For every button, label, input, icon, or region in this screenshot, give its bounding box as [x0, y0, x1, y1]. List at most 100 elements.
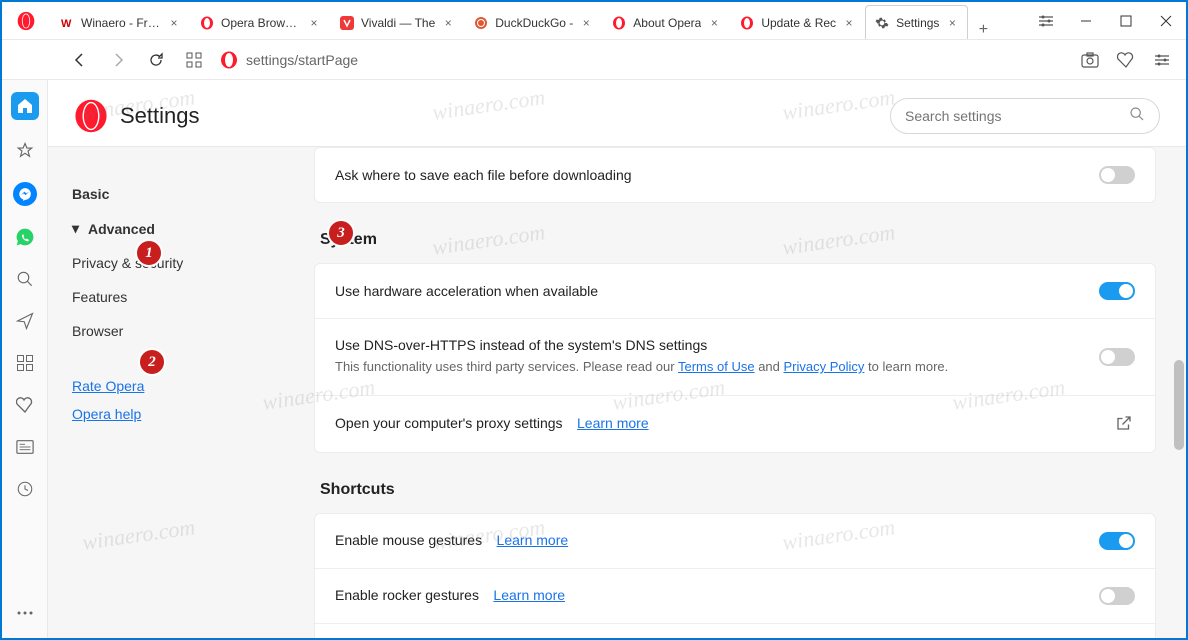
downloads-card: Ask where to save each file before downl…	[314, 147, 1156, 203]
back-button[interactable]	[68, 48, 92, 72]
search-icon[interactable]	[14, 268, 36, 290]
tab-update[interactable]: Update & Rec ×	[730, 5, 865, 39]
opera-icon	[16, 11, 36, 31]
whatsapp-icon[interactable]	[14, 226, 36, 248]
nav-opera-help[interactable]: Opera help	[48, 400, 284, 428]
setting-title: Enable rocker gestures	[335, 587, 479, 603]
toggle-rocker-gestures[interactable]	[1099, 587, 1135, 605]
scrollbar[interactable]	[1174, 160, 1184, 640]
annotation-badge-3: 3	[327, 219, 355, 247]
titlebar: W Winaero - Free × Opera Browser × Vival…	[2, 2, 1186, 40]
nav-label: Advanced	[88, 221, 155, 237]
external-link-icon	[1115, 414, 1135, 434]
heart-icon[interactable]	[1114, 48, 1138, 72]
setting-title: Open your computer's proxy settings	[335, 415, 563, 431]
speed-dial-icon[interactable]	[182, 48, 206, 72]
nav-browser[interactable]: Browser	[48, 314, 284, 348]
annotation-badge-2: 2	[138, 348, 166, 376]
heart-icon[interactable]	[14, 394, 36, 416]
tab-strip: W Winaero - Free × Opera Browser × Vival…	[50, 2, 1026, 39]
nav-rate-opera[interactable]: Rate Opera	[48, 372, 284, 400]
tab-winaero[interactable]: W Winaero - Free ×	[50, 5, 190, 39]
easy-setup-icon[interactable]	[1150, 48, 1174, 72]
nav-privacy[interactable]: Privacy & security	[48, 246, 284, 280]
send-icon[interactable]	[14, 310, 36, 332]
tab-vivaldi[interactable]: Vivaldi — The ×	[330, 5, 464, 39]
close-icon[interactable]: ×	[842, 16, 856, 30]
ddg-icon	[473, 15, 489, 31]
close-icon[interactable]: ×	[307, 16, 321, 30]
setting-rocker-gestures: Enable rocker gestures Learn more	[315, 568, 1155, 623]
reload-button[interactable]	[144, 48, 168, 72]
setting-mouse-gestures: Enable mouse gestures Learn more	[315, 514, 1155, 568]
learn-more-link[interactable]: Learn more	[493, 587, 565, 603]
tab-title: Settings	[896, 16, 939, 30]
setting-proxy[interactable]: Open your computer's proxy settings Lear…	[315, 395, 1155, 452]
news-icon[interactable]	[14, 436, 36, 458]
nav-link-text: Rate Opera	[72, 378, 144, 394]
easy-setup-icon[interactable]	[1026, 2, 1066, 40]
opera-icon	[611, 15, 627, 31]
opera-menu-button[interactable]	[2, 2, 50, 39]
learn-more-link[interactable]: Learn more	[497, 532, 569, 548]
section-system-header: System	[320, 231, 1156, 249]
setting-subtitle: This functionality uses third party serv…	[335, 357, 1099, 377]
tab-title: Opera Browser	[221, 16, 301, 30]
close-icon[interactable]: ×	[579, 16, 593, 30]
nav-advanced[interactable]: ▾ Advanced	[48, 211, 284, 246]
setting-title: Use DNS-over-HTTPS instead of the system…	[335, 337, 1099, 353]
nav-label: Features	[72, 289, 127, 305]
terms-of-use-link[interactable]: Terms of Use	[678, 359, 755, 374]
toggle-hw-accel[interactable]	[1099, 282, 1135, 300]
scrollbar-thumb[interactable]	[1174, 360, 1184, 450]
search-input-field[interactable]	[905, 108, 1129, 124]
close-icon[interactable]: ×	[167, 16, 181, 30]
url-text: settings/startPage	[246, 52, 358, 68]
tab-title: DuckDuckGo -	[495, 16, 573, 30]
sidebar-rail	[2, 80, 48, 638]
section-shortcuts-header: Shortcuts	[320, 481, 1156, 499]
shortcuts-card: Enable mouse gestures Learn more Enable …	[314, 513, 1156, 639]
nav-label: Browser	[72, 323, 123, 339]
svg-text:W: W	[61, 18, 72, 30]
new-tab-button[interactable]: +	[968, 21, 998, 39]
more-icon[interactable]	[14, 602, 36, 624]
privacy-policy-link[interactable]: Privacy Policy	[784, 359, 865, 374]
minimize-button[interactable]	[1066, 2, 1106, 40]
address-bar: settings/startPage	[2, 40, 1186, 80]
nav-features[interactable]: Features	[48, 280, 284, 314]
toggle-mouse-gestures[interactable]	[1099, 532, 1135, 550]
tab-title: About Opera	[633, 16, 701, 30]
chevron-down-icon: ▾	[72, 220, 82, 237]
home-icon[interactable]	[11, 92, 39, 120]
nav-link-text: Opera help	[72, 406, 141, 422]
settings-main[interactable]: Ask where to save each file before downl…	[284, 147, 1186, 638]
tab-opera-browser[interactable]: Opera Browser ×	[190, 5, 330, 39]
toggle-dns-https[interactable]	[1099, 348, 1135, 366]
messenger-icon[interactable]	[13, 182, 37, 206]
nav-basic[interactable]: Basic	[48, 177, 284, 211]
close-icon[interactable]: ×	[441, 16, 455, 30]
toggle-ask-save[interactable]	[1099, 166, 1135, 184]
maximize-button[interactable]	[1106, 2, 1146, 40]
address-input[interactable]: settings/startPage	[220, 51, 1064, 69]
tab-duckduckgo[interactable]: DuckDuckGo - ×	[464, 5, 602, 39]
workspaces-icon[interactable]	[14, 352, 36, 374]
forward-button[interactable]	[106, 48, 130, 72]
bookmark-star-icon[interactable]	[14, 140, 36, 162]
search-settings-input[interactable]	[890, 98, 1160, 134]
main-row: Settings Basic ▾ Advanced Privacy & secu…	[2, 80, 1186, 638]
close-icon[interactable]: ×	[945, 16, 959, 30]
history-icon[interactable]	[14, 478, 36, 500]
annotation-badge-1: 1	[135, 239, 163, 267]
tab-title: Update & Rec	[761, 16, 836, 30]
sub-text: to learn more.	[868, 359, 948, 374]
opera-icon	[74, 99, 108, 133]
tab-settings[interactable]: Settings ×	[865, 5, 968, 39]
tab-about-opera[interactable]: About Opera ×	[602, 5, 730, 39]
learn-more-link[interactable]: Learn more	[577, 415, 649, 431]
snapshot-icon[interactable]	[1078, 48, 1102, 72]
setting-title: Enable mouse gestures	[335, 532, 482, 548]
close-icon[interactable]: ×	[707, 16, 721, 30]
close-window-button[interactable]	[1146, 2, 1186, 40]
